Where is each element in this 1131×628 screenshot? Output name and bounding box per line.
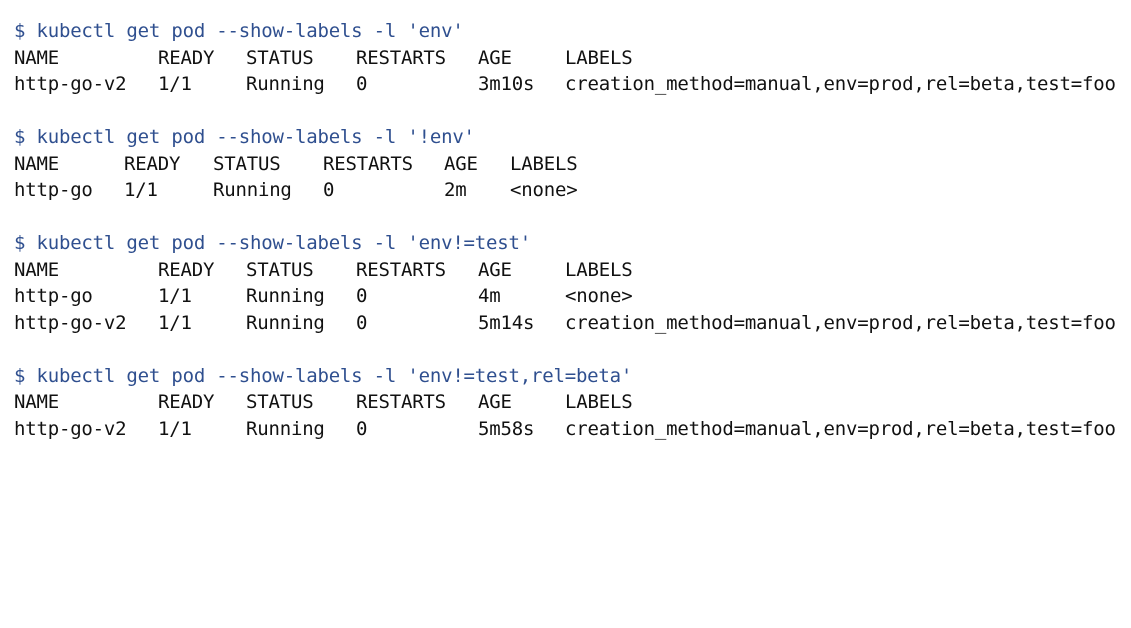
column-header-restarts: RESTARTS	[356, 46, 446, 69]
pod-restarts: 0	[356, 73, 368, 95]
pod-name: http-go-v2	[14, 73, 127, 95]
column-header-restarts: RESTARTS	[356, 391, 446, 413]
pod-age: 5m14s	[478, 311, 535, 334]
pod-status: Running	[246, 285, 325, 307]
column-header-restarts: RESTARTS	[356, 258, 446, 281]
pod-labels: <none>	[565, 285, 633, 307]
table-row: http-go-v2 1/1 Running 0 5m58s creation_…	[14, 416, 1124, 443]
pod-status: Running	[246, 311, 325, 334]
command-line: $ kubectl get pod --show-labels -l '!env…	[14, 126, 475, 148]
table-row: http-go-v2 1/1 Running 0 5m14s creation_…	[14, 310, 1124, 337]
table-header: NAME READY STATUS RESTARTS AGE LABELS	[14, 257, 1124, 284]
pod-labels: creation_method=manual,env=prod,rel=beta…	[565, 417, 1116, 440]
pod-restarts: 0	[356, 311, 368, 334]
pod-ready: 1/1	[158, 311, 192, 334]
command-line: $ kubectl get pod --show-labels -l 'env!…	[14, 364, 633, 387]
pod-ready: 1/1	[124, 179, 158, 201]
command-block: $ kubectl get pod --show-labels -l 'env!…	[14, 363, 1124, 443]
terminal-output: $ kubectl get pod --show-labels -l 'env'…	[14, 18, 1124, 442]
column-header-labels: LABELS	[565, 391, 633, 413]
table-row: http-go 1/1 Running 0 4m <none>	[14, 283, 1124, 310]
table-header: NAME READY STATUS RESTARTS AGE LABELS	[14, 45, 1124, 72]
pod-name: http-go-v2	[14, 417, 127, 440]
column-header-ready: READY	[158, 46, 215, 69]
pod-name: http-go-v2	[14, 311, 127, 334]
column-header-status: STATUS	[246, 391, 314, 413]
column-header-name: NAME	[14, 258, 59, 281]
column-header-labels: LABELS	[565, 258, 633, 281]
column-header-age: AGE	[478, 46, 512, 69]
pod-age: 3m10s	[478, 73, 535, 95]
pod-age: 4m	[478, 285, 501, 307]
table-header: NAME READY STATUS RESTARTS AGE LABELS	[14, 389, 1124, 416]
table-row: http-go-v2 1/1 Running 0 3m10s creation_…	[14, 71, 1124, 98]
pod-status: Running	[246, 417, 325, 440]
column-header-status: STATUS	[246, 258, 314, 281]
column-header-ready: READY	[124, 152, 181, 175]
command-block: $ kubectl get pod --show-labels -l '!env…	[14, 124, 1124, 204]
column-header-name: NAME	[14, 152, 59, 175]
pod-status: Running	[213, 179, 292, 201]
pod-name: http-go	[14, 179, 93, 201]
pod-ready: 1/1	[158, 73, 192, 95]
pod-age: 5m58s	[478, 417, 535, 440]
pod-ready: 1/1	[158, 285, 192, 307]
column-header-status: STATUS	[213, 152, 281, 175]
command-block: $ kubectl get pod --show-labels -l 'env'…	[14, 18, 1124, 98]
pod-age: 2m	[444, 179, 467, 201]
pod-restarts: 0	[323, 179, 335, 201]
table-header: NAME READY STATUS RESTARTS AGE LABELS	[14, 151, 1124, 178]
column-header-age: AGE	[478, 391, 512, 413]
command-block: $ kubectl get pod --show-labels -l 'env!…	[14, 230, 1124, 336]
column-header-ready: READY	[158, 258, 215, 281]
pod-labels: creation_method=manual,env=prod,rel=beta…	[565, 311, 1116, 334]
pod-ready: 1/1	[158, 417, 192, 440]
column-header-age: AGE	[478, 258, 512, 281]
pod-labels: creation_method=manual,env=prod,rel=beta…	[565, 73, 1116, 95]
column-header-ready: READY	[158, 391, 215, 413]
pod-status: Running	[246, 73, 325, 95]
column-header-restarts: RESTARTS	[323, 152, 413, 175]
column-header-labels: LABELS	[510, 152, 578, 175]
pod-restarts: 0	[356, 285, 368, 307]
column-header-labels: LABELS	[565, 46, 633, 69]
pod-name: http-go	[14, 285, 93, 307]
column-header-status: STATUS	[246, 46, 314, 69]
column-header-name: NAME	[14, 391, 59, 413]
command-line: $ kubectl get pod --show-labels -l 'env!…	[14, 232, 531, 254]
pod-restarts: 0	[356, 417, 368, 440]
column-header-age: AGE	[444, 152, 478, 175]
command-line: $ kubectl get pod --show-labels -l 'env'	[14, 20, 464, 42]
column-header-name: NAME	[14, 46, 59, 69]
pod-labels: <none>	[510, 179, 578, 201]
table-row: http-go 1/1 Running 0 2m <none>	[14, 177, 1124, 204]
